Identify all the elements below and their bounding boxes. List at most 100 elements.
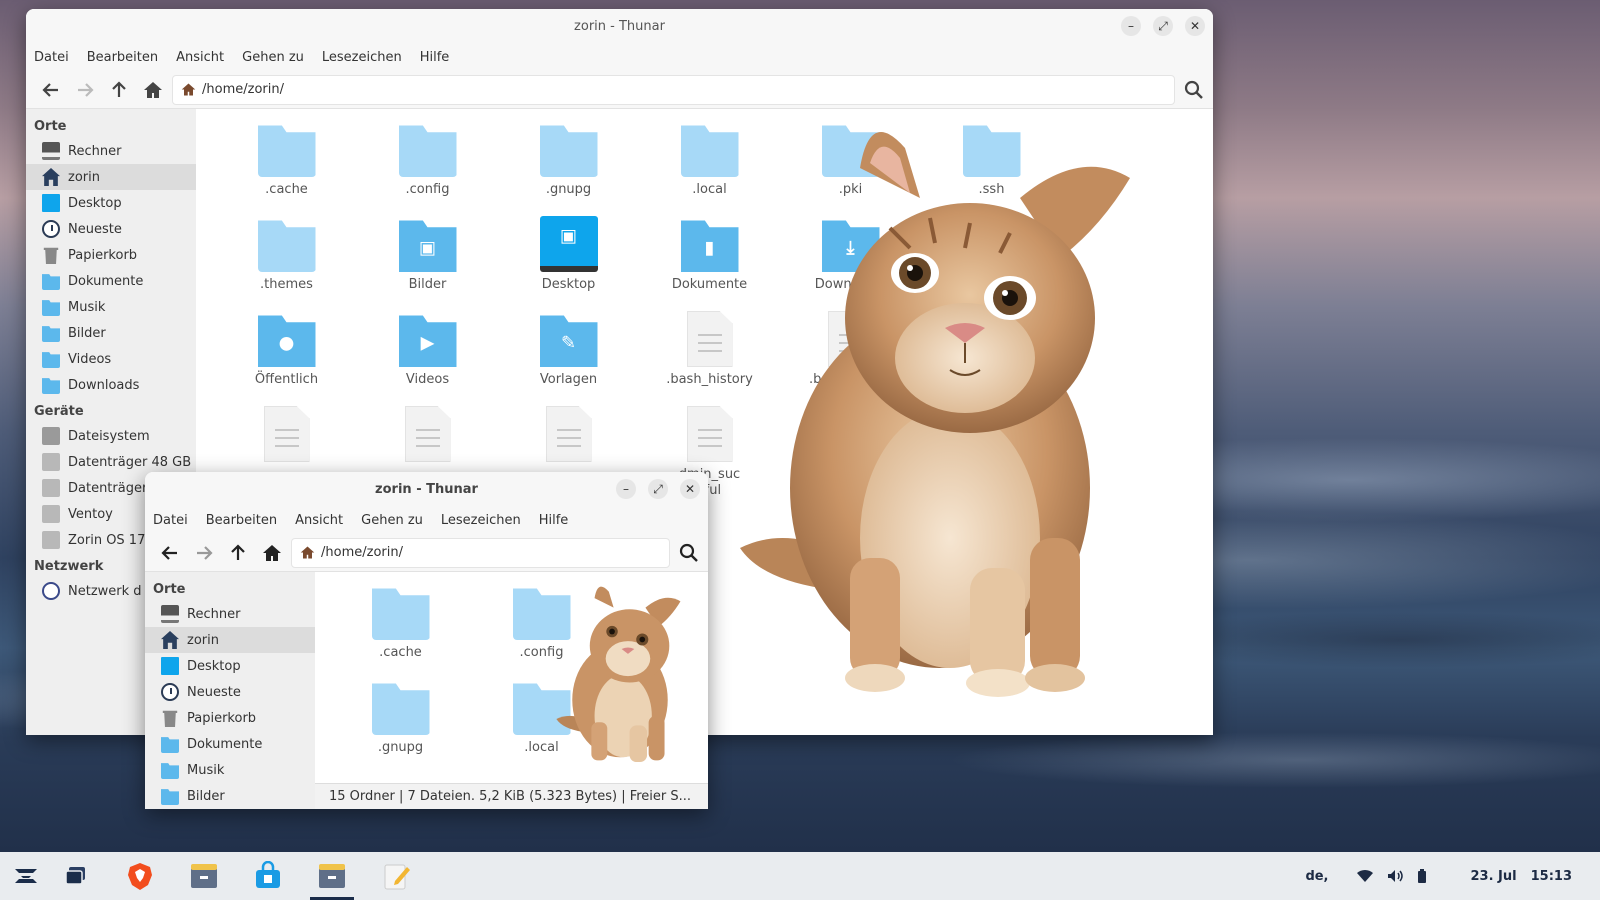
template-glyph-icon: ✎: [560, 332, 577, 354]
sidebar-item-dateisystem[interactable]: Dateisystem: [26, 423, 196, 449]
video-glyph-icon: ▶: [420, 332, 435, 354]
file-view[interactable]: .cache .config .gnupg .local: [315, 572, 708, 809]
sidebar-item-neueste[interactable]: Neueste: [145, 679, 315, 705]
maximize-button[interactable]: ⤢: [648, 479, 668, 499]
sidebar-item-desktop[interactable]: Desktop: [145, 653, 315, 679]
minimize-button[interactable]: –: [616, 479, 636, 499]
sidebar-item-videos[interactable]: Videos: [26, 346, 196, 372]
file-item[interactable]: ● Öffentlich: [216, 311, 357, 406]
workspace-switcher-button[interactable]: [54, 856, 98, 896]
sidebar-item-zorin[interactable]: zorin: [26, 164, 196, 190]
file-item[interactable]: .gnupg: [330, 679, 471, 774]
sidebar-item-dokumente[interactable]: Dokumente: [145, 731, 315, 757]
menu-datei[interactable]: Datei: [153, 513, 197, 528]
file-item[interactable]: ▶ Videos: [357, 311, 498, 406]
up-button[interactable]: [221, 538, 255, 568]
file-item[interactable]: ♫ Musik: [921, 216, 1062, 311]
computer-icon: [161, 605, 179, 623]
menu-gehen-zu[interactable]: Gehen zu: [361, 513, 432, 528]
menu-hilfe[interactable]: Hilfe: [420, 50, 459, 65]
search-button[interactable]: [670, 543, 708, 563]
file-item[interactable]: ⤓ Downloads: [780, 216, 921, 311]
date-label[interactable]: 23. Jul: [1471, 869, 1517, 884]
file-item[interactable]: ▣ Desktop: [498, 216, 639, 311]
home-button[interactable]: [136, 75, 170, 105]
location-bar[interactable]: /home/zorin/: [291, 537, 670, 568]
file-item[interactable]: ✎ Vorlagen: [498, 311, 639, 406]
file-item[interactable]: .gnupg: [498, 121, 639, 216]
file-item[interactable]: .pki: [780, 121, 921, 216]
brave-browser-button[interactable]: [118, 856, 162, 896]
forward-button[interactable]: [187, 538, 221, 568]
menu-datei[interactable]: Datei: [34, 50, 78, 65]
sidebar-item-label: Papierkorb: [187, 710, 257, 726]
sidebar-item-musik[interactable]: Musik: [145, 757, 315, 783]
files-app-button-active[interactable]: [310, 856, 354, 900]
titlebar[interactable]: zorin - Thunar – ⤢ ✕: [26, 9, 1213, 43]
file-item[interactable]: .config: [357, 121, 498, 216]
sidebar-item-papierkorb[interactable]: Papierkorb: [145, 705, 315, 731]
home-button[interactable]: [255, 538, 289, 568]
software-store-button[interactable]: [246, 856, 290, 896]
file-item[interactable]: .cache: [330, 584, 471, 679]
files-app-button[interactable]: [182, 856, 226, 896]
battery-icon[interactable]: [1417, 869, 1427, 883]
menu-lesezeichen[interactable]: Lesezeichen: [322, 50, 411, 65]
keyboard-layout-indicator[interactable]: de,: [1305, 869, 1328, 884]
file-item[interactable]: .config: [471, 584, 612, 679]
sidebar-item-papierkorb[interactable]: Papierkorb: [26, 242, 196, 268]
search-button[interactable]: [1175, 80, 1213, 100]
sidebar-item-rechner[interactable]: Rechner: [26, 138, 196, 164]
minimize-button[interactable]: –: [1121, 16, 1141, 36]
menu-bearbeiten[interactable]: Bearbeiten: [87, 50, 167, 65]
menu-hilfe[interactable]: Hilfe: [539, 513, 578, 528]
sidebar-item-bilder[interactable]: Bilder: [145, 783, 315, 809]
file-item[interactable]: ▣ Bilder: [357, 216, 498, 311]
sidebar-item-dokumente[interactable]: Dokumente: [26, 268, 196, 294]
back-button[interactable]: [34, 75, 68, 105]
arrow-up-icon: [112, 80, 126, 97]
sidebar-item-downloads[interactable]: Downloads: [26, 372, 196, 398]
zorin-menu-button[interactable]: [4, 856, 48, 896]
home-icon: [144, 81, 162, 98]
menu-lesezeichen[interactable]: Lesezeichen: [441, 513, 530, 528]
sidebar-item-desktop[interactable]: Desktop: [26, 190, 196, 216]
back-button[interactable]: [153, 538, 187, 568]
drive-icon: [42, 479, 60, 497]
drive-icon: [42, 427, 60, 445]
file-item[interactable]: .bash_logout: [780, 311, 921, 406]
file-item[interactable]: .themes: [216, 216, 357, 311]
file-item[interactable]: .local: [639, 121, 780, 216]
sidebar-item-musik[interactable]: Musik: [26, 294, 196, 320]
thunar-window-secondary[interactable]: zorin - Thunar – ⤢ ✕ Datei Bearbeiten An…: [145, 472, 708, 809]
text-editor-button[interactable]: [374, 856, 418, 896]
sidebar-item-label: Downloads: [68, 377, 140, 393]
close-button[interactable]: ✕: [1185, 16, 1205, 36]
sidebar-item-rechner[interactable]: Rechner: [145, 601, 315, 627]
time-label[interactable]: 15:13: [1531, 869, 1572, 884]
menu-bearbeiten[interactable]: Bearbeiten: [206, 513, 286, 528]
location-bar[interactable]: /home/zorin/: [172, 74, 1175, 105]
menu-gehen-zu[interactable]: Gehen zu: [242, 50, 313, 65]
file-item[interactable]: .bashrc: [921, 311, 1062, 406]
sidebar-heading-orte: Orte: [153, 582, 186, 597]
file-item[interactable]: ▮ Dokumente: [639, 216, 780, 311]
file-item[interactable]: .ssh: [921, 121, 1062, 216]
sidebar-item-zorin[interactable]: zorin: [145, 627, 315, 653]
home-small-icon: [300, 546, 315, 559]
sidebar-item-neueste[interactable]: Neueste: [26, 216, 196, 242]
zorin-logo-icon: [15, 869, 37, 883]
close-button[interactable]: ✕: [680, 479, 700, 499]
menu-ansicht[interactable]: Ansicht: [295, 513, 352, 528]
file-item[interactable]: .local: [471, 679, 612, 774]
file-item[interactable]: .bash_history: [639, 311, 780, 406]
wifi-icon[interactable]: [1356, 869, 1373, 883]
up-button[interactable]: [102, 75, 136, 105]
menu-ansicht[interactable]: Ansicht: [176, 50, 233, 65]
sidebar-item-bilder[interactable]: Bilder: [26, 320, 196, 346]
forward-button[interactable]: [68, 75, 102, 105]
file-item[interactable]: .cache: [216, 121, 357, 216]
maximize-button[interactable]: ⤢: [1153, 16, 1173, 36]
titlebar[interactable]: zorin - Thunar – ⤢ ✕: [145, 472, 708, 506]
volume-icon[interactable]: [1387, 869, 1403, 883]
